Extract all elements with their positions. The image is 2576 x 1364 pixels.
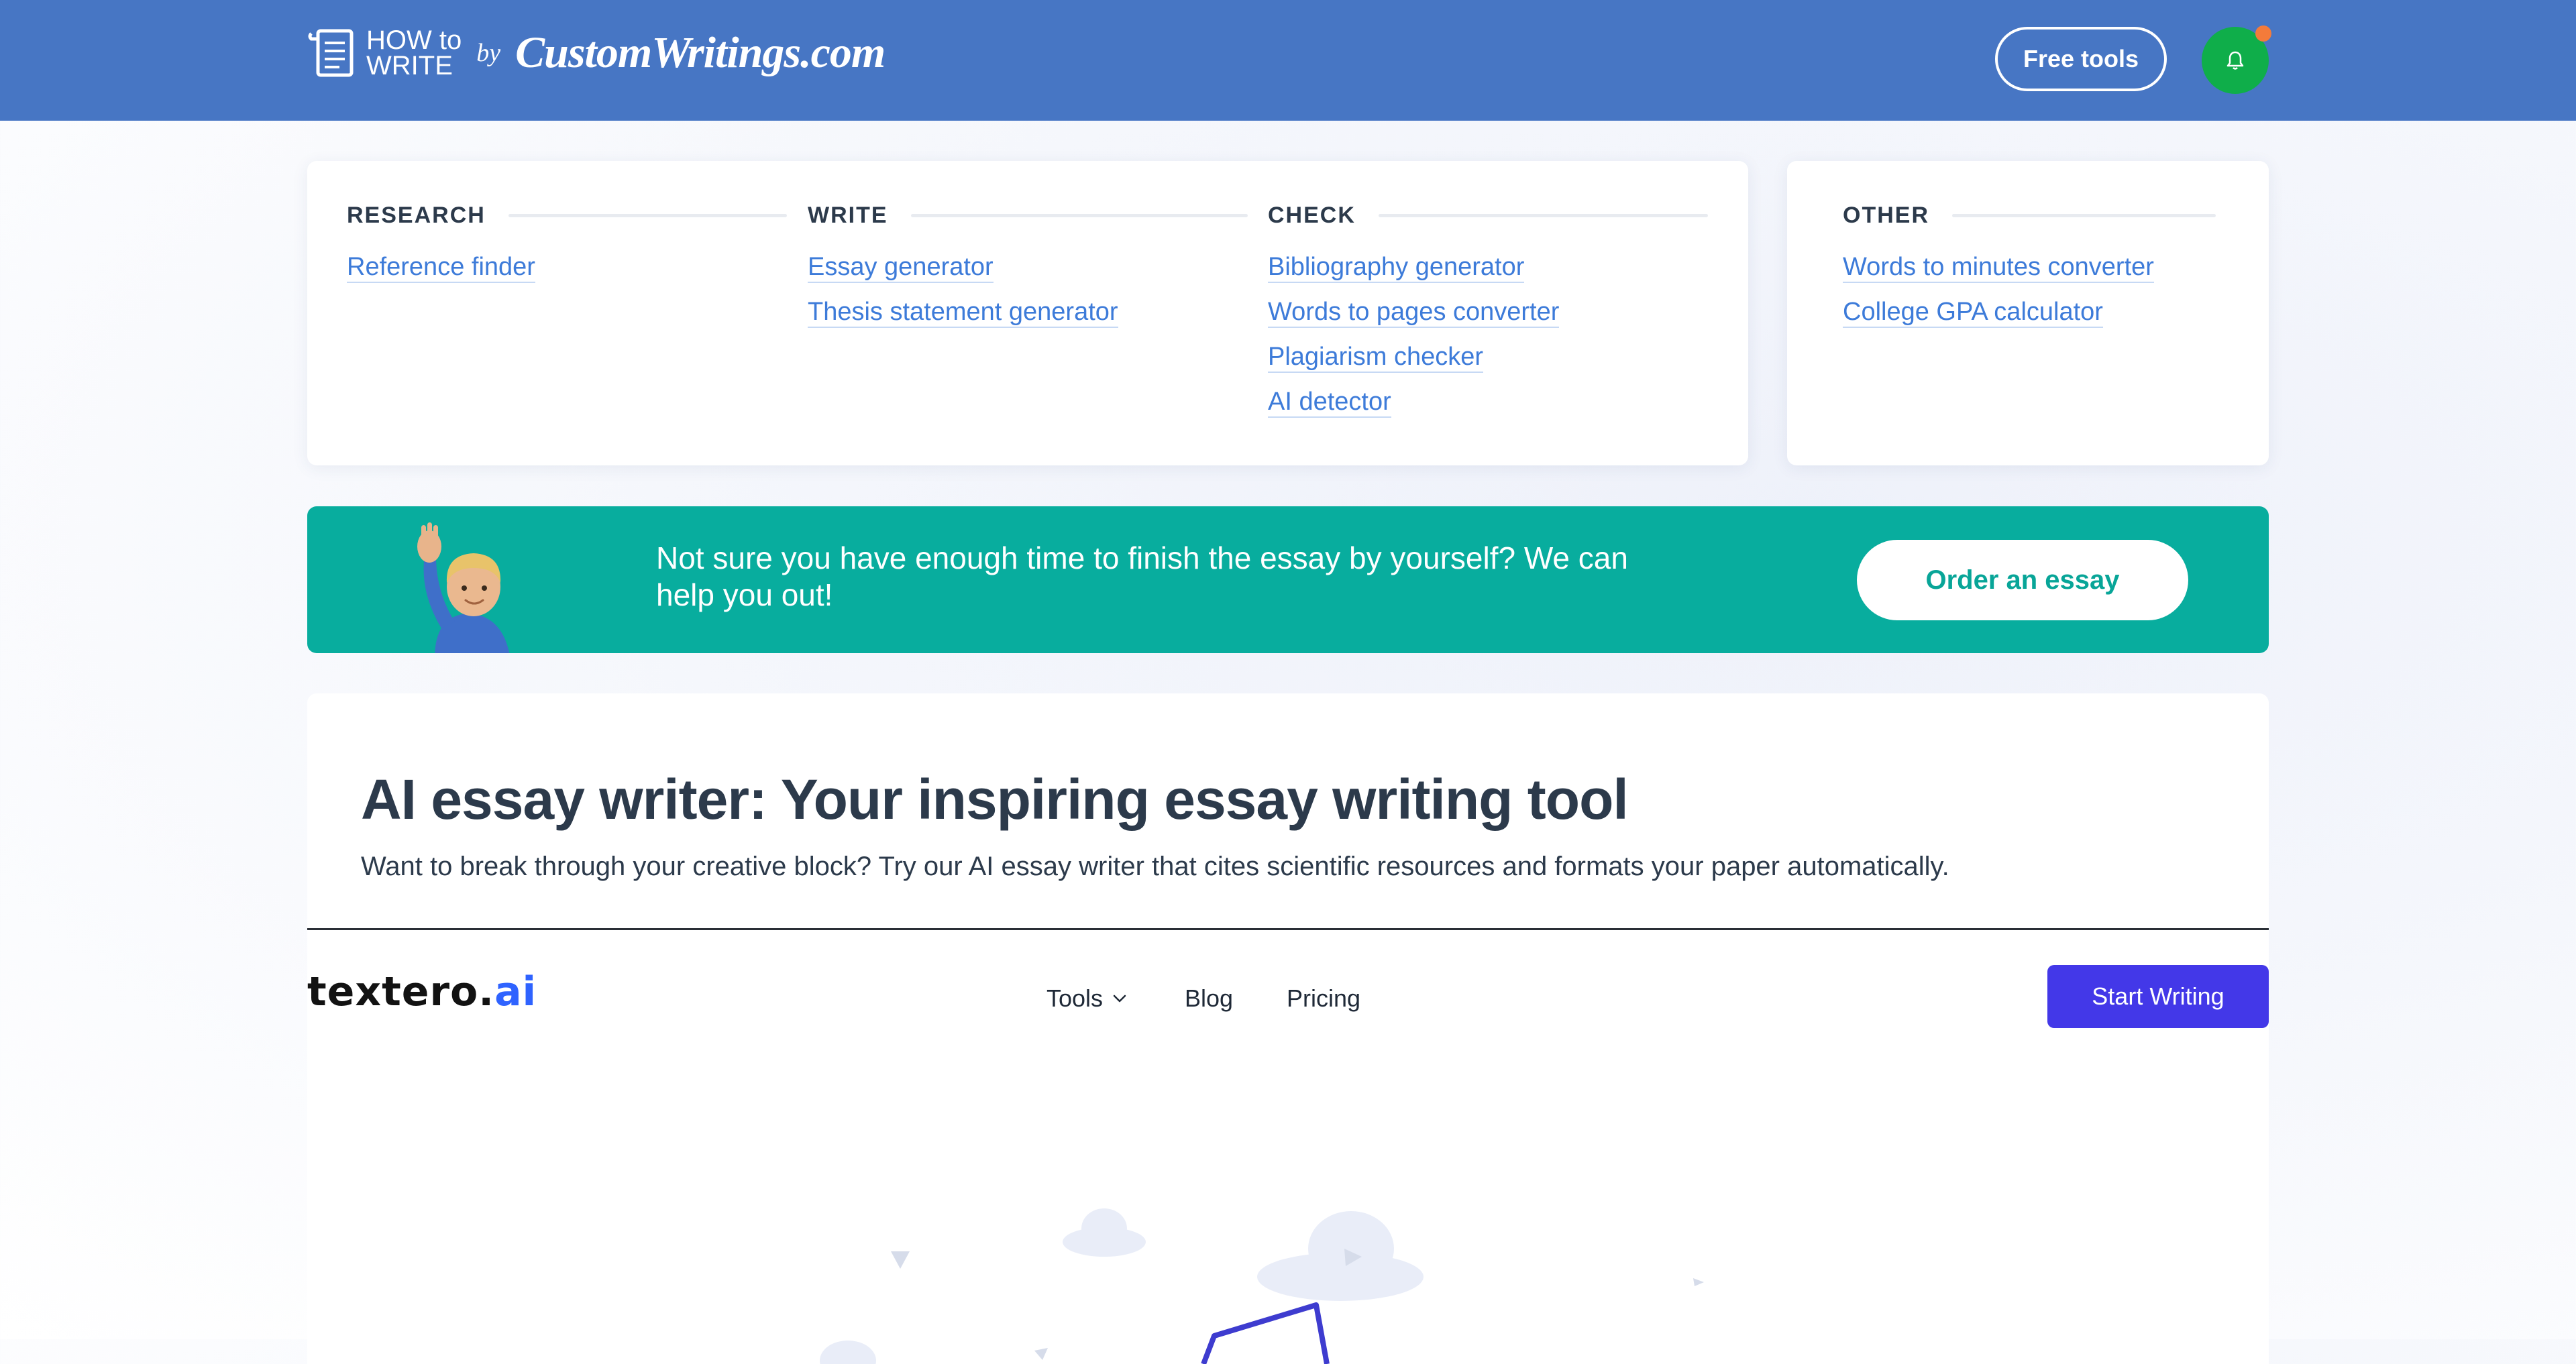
link-bibliography-generator[interactable]: Bibliography generator bbox=[1268, 252, 1525, 283]
link-thesis-statement-generator[interactable]: Thesis statement generator bbox=[808, 297, 1118, 328]
link-ai-detector[interactable]: AI detector bbox=[1268, 387, 1391, 418]
textero-nav-pricing[interactable]: Pricing bbox=[1287, 984, 1360, 1013]
site-header: HOW to WRITE by CustomWritings.com Free … bbox=[0, 0, 2576, 121]
textero-logo-ai: ai bbox=[494, 968, 537, 1015]
logo-how-text: HOW to bbox=[366, 25, 462, 55]
research-heading: RESEARCH bbox=[347, 202, 486, 228]
page-title: AI essay writer: Your inspiring essay wr… bbox=[361, 768, 1629, 831]
link-college-gpa-calculator[interactable]: College GPA calculator bbox=[1843, 297, 2103, 328]
logo-write-text: WRITE bbox=[366, 51, 453, 80]
notebook-icon bbox=[308, 29, 354, 77]
link-plagiarism-checker[interactable]: Plagiarism checker bbox=[1268, 342, 1483, 373]
other-column: OTHER Words to minutes converter College… bbox=[1843, 201, 2216, 342]
textero-nav-tools[interactable]: Tools bbox=[1046, 984, 1127, 1013]
logo-by-text: by bbox=[476, 39, 501, 67]
logo-brand-text: CustomWritings.com bbox=[515, 28, 885, 77]
link-words-to-pages-converter[interactable]: Words to pages converter bbox=[1268, 297, 1560, 328]
notification-badge bbox=[2255, 25, 2271, 42]
write-heading: WRITE bbox=[808, 202, 888, 228]
logo-how-to-write: HOW to WRITE bbox=[366, 25, 462, 80]
main-content-card: AI essay writer: Your inspiring essay wr… bbox=[307, 693, 2269, 1364]
link-essay-generator[interactable]: Essay generator bbox=[808, 252, 994, 283]
order-banner: Not sure you have enough time to finish … bbox=[307, 506, 2269, 653]
order-essay-button[interactable]: Order an essay bbox=[1857, 540, 2188, 620]
check-column: CHECK Bibliography generator Words to pa… bbox=[1268, 201, 1708, 432]
start-writing-button[interactable]: Start Writing bbox=[2047, 965, 2269, 1028]
waving-person-illustration bbox=[417, 522, 510, 653]
banner-message: Not sure you have enough time to finish … bbox=[656, 541, 1628, 612]
hero-illustration bbox=[820, 1208, 1704, 1364]
heading-divider bbox=[1952, 213, 2216, 217]
heading-divider bbox=[1378, 213, 1708, 217]
page-subtitle: Want to break through your creative bloc… bbox=[361, 852, 1949, 881]
bell-icon bbox=[2226, 51, 2244, 70]
check-heading: CHECK bbox=[1268, 202, 1356, 228]
site-logo[interactable]: HOW to WRITE by CustomWritings.com bbox=[307, 23, 885, 83]
write-column: WRITE Essay generator Thesis statement g… bbox=[808, 201, 1248, 342]
research-column: RESEARCH Reference finder bbox=[347, 201, 787, 297]
free-tools-button[interactable]: Free tools bbox=[1995, 27, 2167, 91]
link-reference-finder[interactable]: Reference finder bbox=[347, 252, 535, 283]
other-heading: OTHER bbox=[1843, 202, 1929, 228]
chevron-down-icon bbox=[1113, 994, 1126, 1003]
link-words-to-minutes-converter[interactable]: Words to minutes converter bbox=[1843, 252, 2154, 283]
section-divider bbox=[307, 928, 2269, 930]
heading-divider bbox=[910, 213, 1248, 217]
textero-logo[interactable]: textero.ai bbox=[307, 968, 537, 1015]
heading-divider bbox=[508, 213, 787, 217]
nav-tools-label: Tools bbox=[1046, 984, 1104, 1012]
textero-logo-text: textero. bbox=[307, 968, 495, 1015]
textero-nav-blog[interactable]: Blog bbox=[1185, 984, 1233, 1013]
